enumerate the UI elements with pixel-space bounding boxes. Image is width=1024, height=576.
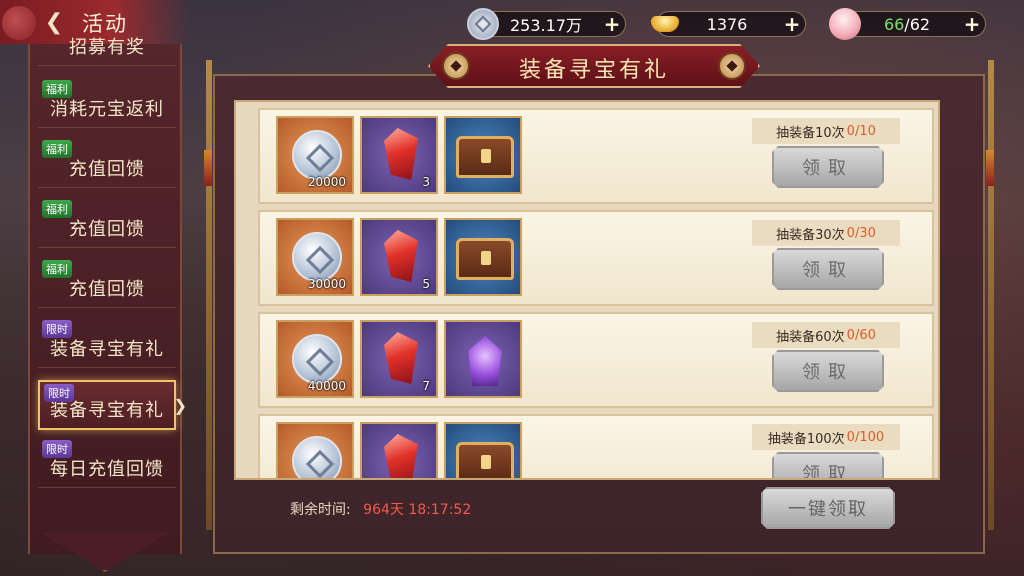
right-tassel: [986, 150, 994, 186]
item-count: 40000: [307, 379, 346, 393]
treasure-chest-reward[interactable]: [444, 422, 522, 478]
sidebar-item-label: 消耗元宝返利: [50, 99, 164, 120]
task-progress: 0/10: [846, 123, 876, 139]
task-requirement: 抽装备30次 0/30: [752, 220, 900, 246]
sidebar-item-recharge-1[interactable]: 福利 充值回馈: [38, 138, 176, 188]
silver-coin-icon: [292, 334, 342, 384]
task-label: 抽装备30次: [776, 227, 845, 243]
treasure-chest-icon: [456, 442, 514, 478]
reward-row: 抽装备100次 0/100 领取: [258, 414, 934, 480]
panel-title: 装备寻宝有礼: [518, 58, 669, 83]
reward-row: 40000 7 抽装备60次 0/60 领取: [258, 312, 934, 408]
limited-tag: 限时: [42, 320, 72, 338]
treasure-chest-icon: [456, 238, 514, 280]
task-requirement: 抽装备10次 0/10: [752, 118, 900, 144]
silver-resource: 253.17万 +: [467, 8, 626, 40]
red-gem-reward[interactable]: [360, 422, 438, 478]
right-knob-icon: [718, 52, 746, 80]
task-progress: 0/30: [846, 225, 876, 241]
claim-button[interactable]: 领取: [772, 248, 884, 290]
gold-ingot-icon: [649, 8, 681, 40]
add-stamina-button[interactable]: +: [961, 14, 983, 36]
task-progress: 0/60: [846, 327, 876, 343]
sidebar-item-equip-treasure-active[interactable]: 限时 装备寻宝有礼 ❯: [38, 380, 187, 430]
moon-decoration: [2, 6, 36, 40]
stamina-current: 66: [883, 14, 905, 34]
claim-button[interactable]: 领取: [772, 146, 884, 188]
treasure-chest-icon: [456, 136, 514, 178]
item-count: 30000: [307, 277, 346, 291]
sidebar-item-recruit[interactable]: 招募有奖: [38, 16, 176, 66]
red-gem-icon: [384, 332, 418, 384]
welfare-tag: 福利: [42, 260, 72, 278]
add-silver-button[interactable]: +: [601, 14, 623, 36]
sidebar-item-label: 充值回馈: [69, 279, 145, 300]
add-ingot-button[interactable]: +: [781, 14, 803, 36]
red-gem-reward[interactable]: 7: [360, 320, 438, 398]
welfare-tag: 福利: [42, 200, 72, 218]
remaining-time-label: 剩余时间:: [290, 502, 351, 518]
task-label: 抽装备100次: [767, 431, 845, 447]
claim-all-button[interactable]: 一键领取: [761, 487, 895, 529]
silver-coin-icon: [292, 130, 342, 180]
purple-crystal-icon: [468, 336, 502, 386]
task-requirement: 抽装备60次 0/60: [752, 322, 900, 348]
sidebar-item-label: 装备寻宝有礼: [50, 339, 164, 360]
treasure-chest-reward[interactable]: [444, 218, 522, 296]
task-requirement: 抽装备100次 0/100: [752, 424, 900, 450]
silver-coin-reward[interactable]: 30000: [276, 218, 354, 296]
silver-coin-reward[interactable]: [276, 422, 354, 478]
task-progress: 0/100: [846, 429, 885, 445]
right-pillar: [988, 60, 994, 530]
activity-sidebar: 招募有奖 福利 消耗元宝返利 福利 充值回馈 福利 充值回馈 福利 充值回馈 限…: [28, 37, 187, 572]
reward-list[interactable]: 20000 3 抽装备10次 0/10 领取 30000 5 抽装备30次 0/: [234, 100, 940, 480]
silver-coin-reward[interactable]: 20000: [276, 116, 354, 194]
silver-coin-icon: [292, 436, 342, 478]
stamina-max: 62: [909, 14, 931, 34]
sidebar-item-label: 充值回馈: [69, 219, 145, 240]
red-gem-reward[interactable]: 5: [360, 218, 438, 296]
remaining-time: 剩余时间: 964天 18:17:52: [290, 499, 471, 519]
remaining-time-value: 964天 18:17:52: [363, 502, 472, 518]
left-tassel: [204, 150, 212, 186]
reward-row: 20000 3 抽装备10次 0/10 领取: [258, 108, 934, 204]
item-count: 20000: [307, 175, 346, 189]
sidebar-item-recharge-3[interactable]: 福利 充值回馈: [38, 258, 176, 308]
panel-title-banner: 装备寻宝有礼: [428, 44, 760, 88]
peach-icon: [829, 8, 861, 40]
reward-row: 30000 5 抽装备30次 0/30 领取: [258, 210, 934, 306]
limited-tag: 限时: [44, 384, 74, 402]
item-count: 7: [422, 379, 430, 393]
red-gem-icon: [384, 128, 418, 180]
task-label: 抽装备10次: [776, 125, 845, 141]
item-count: 3: [422, 175, 430, 189]
silver-coin-icon: [292, 232, 342, 282]
sidebar-item-consume-rebate[interactable]: 福利 消耗元宝返利: [38, 78, 176, 128]
claim-button[interactable]: 领取: [772, 350, 884, 392]
stamina-resource: 66/62 +: [829, 8, 986, 40]
sidebar-item-label: 招募有奖: [69, 37, 145, 58]
silver-coin-reward[interactable]: 40000: [276, 320, 354, 398]
task-label: 抽装备60次: [776, 329, 845, 345]
sidebar-item-equip-treasure-1[interactable]: 限时 装备寻宝有礼: [38, 318, 176, 368]
welfare-tag: 福利: [42, 140, 72, 158]
silver-coin-icon: [467, 8, 499, 40]
purple-crystal-reward[interactable]: [444, 320, 522, 398]
red-gem-icon: [384, 230, 418, 282]
left-pillar: [206, 60, 212, 530]
ingot-resource: 1376 +: [651, 11, 806, 37]
red-gem-reward[interactable]: 3: [360, 116, 438, 194]
item-count: 5: [422, 277, 430, 291]
sidebar-item-label: 每日充值回馈: [50, 459, 164, 480]
treasure-chest-reward[interactable]: [444, 116, 522, 194]
welfare-tag: 福利: [42, 80, 72, 98]
claim-button[interactable]: 领取: [772, 452, 884, 480]
red-gem-icon: [384, 434, 418, 478]
sidebar-item-recharge-2[interactable]: 福利 充值回馈: [38, 198, 176, 248]
chevron-right-icon: ❯: [173, 396, 188, 415]
limited-tag: 限时: [42, 440, 72, 458]
sidebar-item-label: 充值回馈: [69, 159, 145, 180]
sidebar-item-daily-recharge[interactable]: 限时 每日充值回馈: [38, 438, 176, 488]
